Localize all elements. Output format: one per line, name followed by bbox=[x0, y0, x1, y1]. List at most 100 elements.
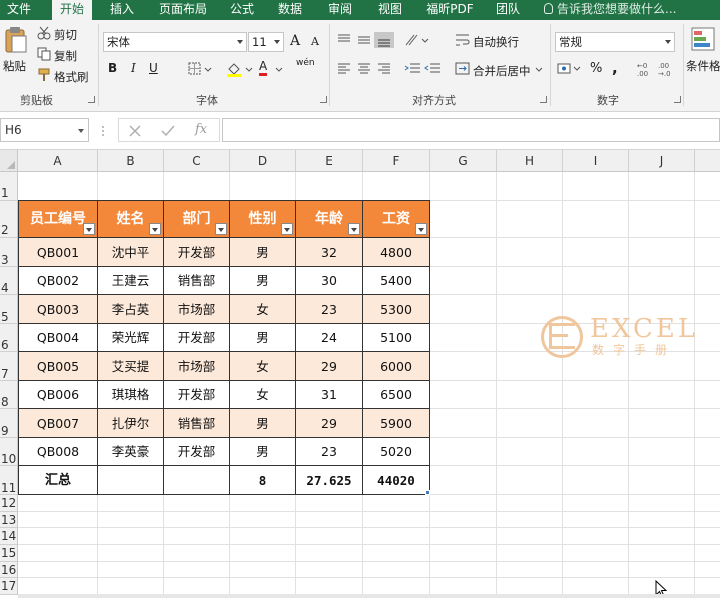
alignment-launcher-icon[interactable] bbox=[540, 96, 547, 103]
table-cell[interactable]: 29 bbox=[296, 352, 363, 381]
tab-view[interactable]: 视图 bbox=[372, 0, 408, 20]
conditional-format-icon[interactable] bbox=[690, 26, 718, 54]
column-header-g[interactable]: G bbox=[430, 150, 497, 172]
tab-page-layout[interactable]: 页面布局 bbox=[152, 0, 214, 20]
total-age-average-cell[interactable]: 27.625 bbox=[296, 466, 363, 495]
total-cell[interactable] bbox=[164, 466, 230, 495]
filter-dropdown-icon[interactable] bbox=[348, 223, 360, 235]
table-cell[interactable]: QB002 bbox=[19, 267, 98, 295]
table-cell[interactable]: 5100 bbox=[363, 324, 430, 352]
fill-color-icon[interactable] bbox=[226, 61, 256, 77]
phonetic-button[interactable]: wén bbox=[296, 58, 315, 68]
header-cell[interactable]: 姓名 bbox=[98, 201, 164, 238]
grow-font-button[interactable]: A bbox=[290, 33, 300, 49]
column-header-k[interactable] bbox=[695, 150, 720, 172]
table-cell[interactable]: 23 bbox=[296, 295, 363, 324]
table-cell[interactable]: 李英豪 bbox=[98, 438, 164, 466]
cut-button[interactable]: 剪切 bbox=[54, 27, 77, 43]
table-cell[interactable]: 5020 bbox=[363, 438, 430, 466]
shrink-font-button[interactable]: A bbox=[311, 35, 319, 48]
font-size-select[interactable]: 11 bbox=[248, 32, 284, 52]
table-cell[interactable]: 市场部 bbox=[164, 352, 230, 381]
row-header-4[interactable]: 4 bbox=[0, 267, 18, 295]
table-cell[interactable]: 扎伊尔 bbox=[98, 409, 164, 438]
number-launcher-icon[interactable] bbox=[674, 96, 681, 103]
table-cell[interactable]: QB008 bbox=[19, 438, 98, 466]
table-cell[interactable]: 5300 bbox=[363, 295, 430, 324]
column-header-f[interactable]: F bbox=[363, 150, 430, 172]
indent-icons[interactable] bbox=[404, 62, 444, 76]
row-header-7[interactable]: 7 bbox=[0, 352, 18, 381]
row-header-11[interactable]: 11 bbox=[0, 466, 18, 495]
table-cell[interactable]: 开发部 bbox=[164, 238, 230, 267]
tab-review[interactable]: 审阅 bbox=[322, 0, 358, 20]
table-cell[interactable]: 女 bbox=[230, 295, 296, 324]
table-cell[interactable]: 沈中平 bbox=[98, 238, 164, 267]
filter-dropdown-icon[interactable] bbox=[415, 223, 427, 235]
merge-center-button[interactable]: 合并后居中 bbox=[473, 63, 531, 79]
row-header-12[interactable]: 12 bbox=[0, 495, 18, 512]
tab-data[interactable]: 数据 bbox=[272, 0, 308, 20]
column-header-i[interactable]: I bbox=[563, 150, 629, 172]
row-header-15[interactable]: 15 bbox=[0, 545, 18, 562]
table-cell[interactable]: 6500 bbox=[363, 381, 430, 409]
number-format-select[interactable]: 常规 bbox=[555, 32, 675, 52]
table-cell[interactable]: QB004 bbox=[19, 324, 98, 352]
tab-home[interactable]: 开始 bbox=[52, 0, 92, 20]
underline-button[interactable]: U bbox=[149, 61, 158, 75]
column-header-h[interactable]: H bbox=[497, 150, 563, 172]
format-painter-button[interactable]: 格式刷 bbox=[54, 69, 89, 85]
table-cell[interactable]: 23 bbox=[296, 438, 363, 466]
table-cell[interactable]: 男 bbox=[230, 324, 296, 352]
row-header-16[interactable]: 16 bbox=[0, 562, 18, 578]
row-header-14[interactable]: 14 bbox=[0, 528, 18, 545]
formula-input[interactable] bbox=[222, 118, 720, 142]
tab-insert[interactable]: 插入 bbox=[104, 0, 140, 20]
clipboard-launcher-icon[interactable] bbox=[88, 96, 95, 103]
copy-button[interactable]: 复制 bbox=[54, 48, 77, 64]
column-header-d[interactable]: D bbox=[230, 150, 296, 172]
paste-icon[interactable] bbox=[4, 26, 28, 56]
total-cell[interactable] bbox=[98, 466, 164, 495]
table-cell[interactable]: 开发部 bbox=[164, 381, 230, 409]
column-header-e[interactable]: E bbox=[296, 150, 363, 172]
row-header-2[interactable]: 2 bbox=[0, 201, 18, 238]
cancel-icon[interactable] bbox=[129, 125, 141, 137]
filter-dropdown-icon[interactable] bbox=[83, 223, 95, 235]
table-cell[interactable]: 4800 bbox=[363, 238, 430, 267]
column-header-a[interactable]: A bbox=[18, 150, 98, 172]
table-cell[interactable]: 5400 bbox=[363, 267, 430, 295]
row-header-1[interactable]: 1 bbox=[0, 172, 18, 201]
percent-button[interactable]: % bbox=[590, 61, 602, 76]
table-cell[interactable]: 24 bbox=[296, 324, 363, 352]
total-label-cell[interactable]: 汇总 bbox=[19, 466, 98, 495]
table-cell[interactable]: 29 bbox=[296, 409, 363, 438]
font-color-button[interactable]: A bbox=[259, 59, 268, 76]
table-cell[interactable]: 艾买提 bbox=[98, 352, 164, 381]
paste-button[interactable]: 粘贴 bbox=[3, 58, 26, 74]
table-resize-handle[interactable] bbox=[425, 490, 430, 495]
header-cell[interactable]: 员工编号 bbox=[19, 201, 98, 238]
tab-foxit-pdf[interactable]: 福昕PDF bbox=[420, 0, 480, 20]
table-cell[interactable]: QB001 bbox=[19, 238, 98, 267]
table-cell[interactable]: 女 bbox=[230, 381, 296, 409]
table-cell[interactable]: 琪琪格 bbox=[98, 381, 164, 409]
table-cell[interactable]: 30 bbox=[296, 267, 363, 295]
borders-icon[interactable] bbox=[188, 62, 214, 76]
row-header-17[interactable]: 17 bbox=[0, 578, 18, 595]
table-cell[interactable]: 销售部 bbox=[164, 267, 230, 295]
table-cell[interactable]: QB007 bbox=[19, 409, 98, 438]
row-header-8[interactable]: 8 bbox=[0, 381, 18, 409]
table-cell[interactable]: 32 bbox=[296, 238, 363, 267]
tab-file[interactable]: 文件 bbox=[2, 0, 36, 20]
wrap-text-button[interactable]: 自动换行 bbox=[473, 34, 519, 50]
bold-button[interactable]: B bbox=[108, 61, 117, 75]
table-cell[interactable]: 男 bbox=[230, 409, 296, 438]
header-cell[interactable]: 年龄 bbox=[296, 201, 363, 238]
header-cell[interactable]: 工资 bbox=[363, 201, 430, 238]
table-cell[interactable]: 王建云 bbox=[98, 267, 164, 295]
header-cell[interactable]: 部门 bbox=[164, 201, 230, 238]
filter-dropdown-icon[interactable] bbox=[149, 223, 161, 235]
total-salary-sum-cell[interactable]: 44020 bbox=[363, 466, 430, 495]
tab-formulas[interactable]: 公式 bbox=[224, 0, 260, 20]
